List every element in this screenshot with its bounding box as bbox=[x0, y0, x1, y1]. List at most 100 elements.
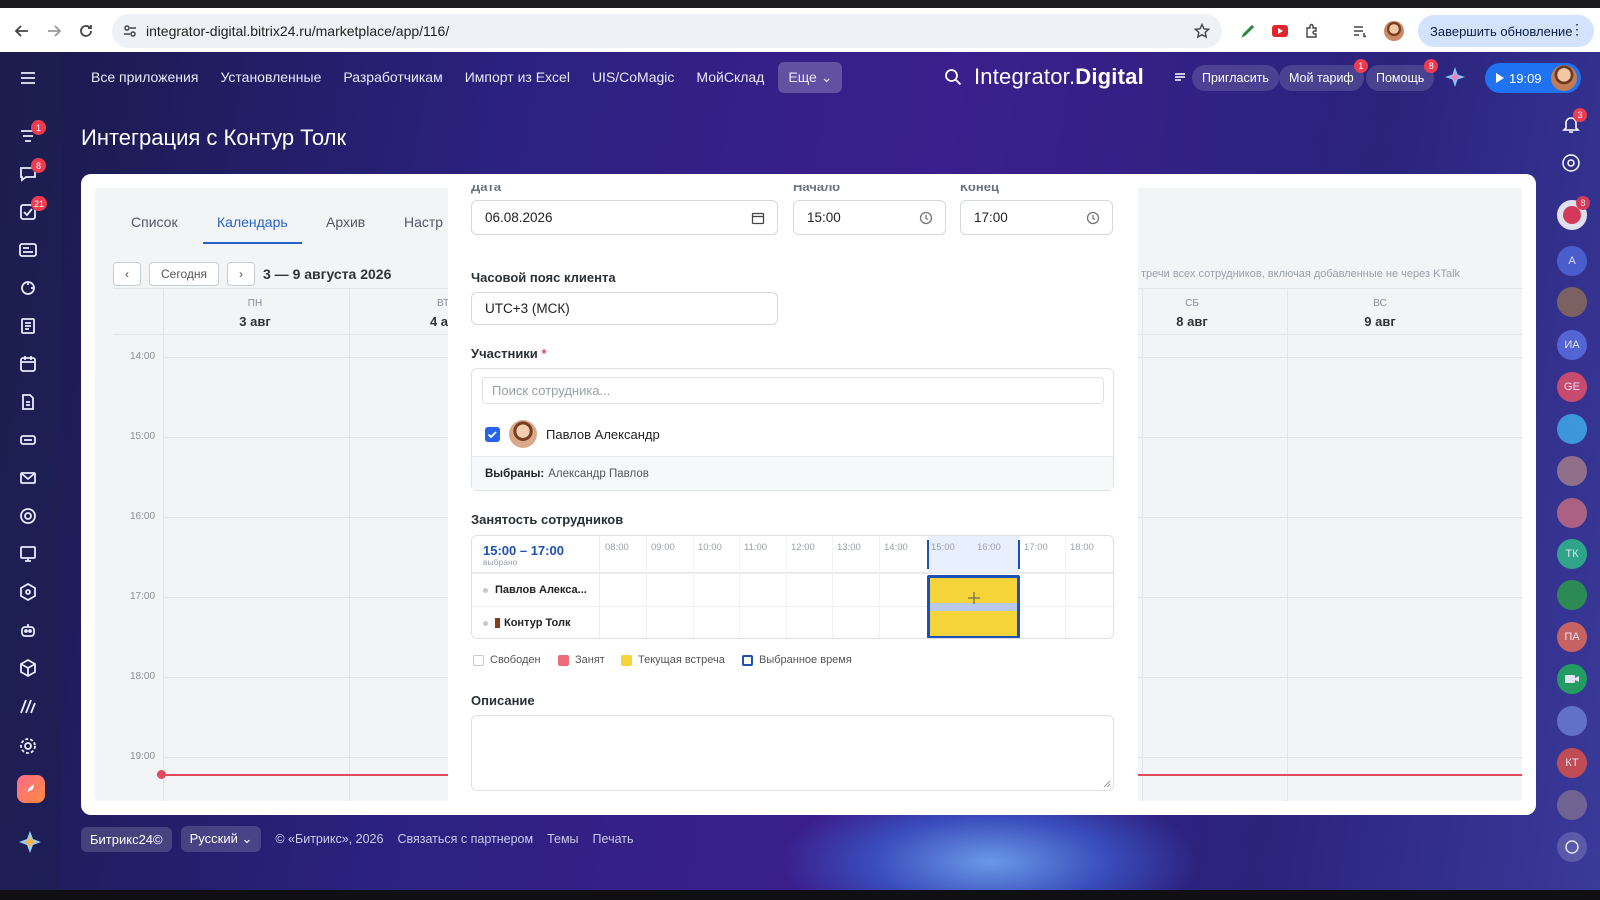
back-icon[interactable] bbox=[8, 17, 36, 45]
description-textarea[interactable] bbox=[471, 715, 1114, 791]
marketplace-icon[interactable] bbox=[18, 582, 44, 608]
address-bar[interactable]: integrator-digital.bitrix24.ru/marketpla… bbox=[112, 14, 1222, 48]
footer-link-print[interactable]: Печать bbox=[593, 832, 634, 846]
extensions-puzzle-icon[interactable] bbox=[1298, 17, 1326, 45]
timezone-select[interactable]: UTC+3 (МСК) bbox=[471, 292, 778, 325]
contact-avatar-4[interactable]: GE bbox=[1557, 372, 1587, 402]
copilot-icon[interactable] bbox=[1444, 66, 1466, 88]
next-week-button[interactable]: › bbox=[227, 262, 255, 286]
tariff-button[interactable]: Мой тариф 1 bbox=[1279, 59, 1368, 91]
finish-update-button[interactable]: Завершить обновление ⋮ bbox=[1418, 15, 1594, 47]
tab-calendar[interactable]: Календарь bbox=[203, 214, 302, 244]
box-icon[interactable] bbox=[18, 658, 44, 684]
notifications-badge: 3 bbox=[1573, 108, 1587, 122]
media-queue-icon[interactable] bbox=[1346, 17, 1374, 45]
robot-icon[interactable] bbox=[18, 620, 44, 646]
user-avatar[interactable] bbox=[1551, 65, 1577, 91]
prev-week-button[interactable]: ‹ bbox=[113, 262, 141, 286]
contact-avatar-7[interactable] bbox=[1557, 498, 1587, 528]
contact-initials-8: ТК bbox=[1565, 548, 1579, 560]
browser-toolbar: integrator-digital.bitrix24.ru/marketpla… bbox=[0, 0, 1600, 52]
clock-icon[interactable] bbox=[919, 211, 933, 225]
nav-all-apps[interactable]: Все приложения bbox=[91, 69, 198, 85]
help-button[interactable]: Помощь 8 bbox=[1366, 59, 1439, 91]
profile-avatar-icon[interactable] bbox=[1380, 17, 1408, 45]
youtube-extension-icon[interactable] bbox=[1266, 17, 1294, 45]
contact-avatar-2[interactable] bbox=[1557, 287, 1587, 317]
kebab-menu-icon[interactable]: ⋮ bbox=[1570, 21, 1584, 38]
groups-icon[interactable] bbox=[18, 506, 44, 532]
copilot-star-icon[interactable] bbox=[18, 830, 42, 854]
resize-handle-icon[interactable] bbox=[1103, 780, 1111, 788]
open-chats-icon[interactable] bbox=[1557, 832, 1587, 862]
feed-icon[interactable]: 1 bbox=[18, 120, 46, 152]
contact-avatar-5[interactable] bbox=[1557, 414, 1587, 444]
end-time-value: 17:00 bbox=[974, 210, 1008, 225]
contact-avatar-11[interactable] bbox=[1557, 706, 1587, 736]
calendar-picker-icon[interactable] bbox=[751, 211, 765, 225]
settings-gear-icon[interactable] bbox=[18, 736, 44, 762]
rocket-app-icon[interactable] bbox=[17, 775, 45, 803]
pen-extension-icon[interactable] bbox=[1234, 17, 1262, 45]
site-settings-icon[interactable] bbox=[122, 23, 138, 39]
end-time-field[interactable]: 17:00 bbox=[960, 200, 1113, 235]
contact-avatar-12[interactable]: КТ bbox=[1557, 748, 1587, 778]
tab-settings[interactable]: Настр bbox=[404, 214, 443, 230]
contact-avatar-8[interactable]: ТК bbox=[1557, 539, 1587, 569]
documents-icon[interactable] bbox=[18, 316, 44, 342]
forward-icon[interactable] bbox=[40, 17, 68, 45]
nav-excel-import[interactable]: Импорт из Excel bbox=[465, 69, 570, 85]
tab-archive[interactable]: Архив bbox=[326, 214, 365, 230]
current-meeting-block[interactable] bbox=[927, 575, 1020, 638]
notifications-bell-icon[interactable]: 3 bbox=[1561, 108, 1587, 134]
calendar-icon[interactable] bbox=[18, 354, 44, 380]
menu-hamburger-icon[interactable] bbox=[18, 68, 44, 94]
footer-link-themes[interactable]: Темы bbox=[547, 832, 578, 846]
tab-list[interactable]: Список bbox=[131, 214, 178, 230]
participants-box: Поиск сотрудника... Павлов Александр Выб… bbox=[471, 368, 1114, 491]
counter-bubble[interactable]: 8 bbox=[1557, 196, 1590, 230]
date-field[interactable]: 06.08.2026 bbox=[471, 200, 778, 235]
company-logo[interactable]: Integrator.Digital bbox=[974, 64, 1144, 90]
crm-icon[interactable] bbox=[18, 240, 44, 266]
drive-icon[interactable] bbox=[18, 392, 44, 418]
footer-link-partner[interactable]: Связаться с партнером bbox=[397, 832, 533, 846]
bitrix-brand-button[interactable]: Битрикс24© bbox=[81, 826, 172, 852]
employee-search-input[interactable]: Поиск сотрудника... bbox=[482, 377, 1104, 404]
nav-more-button[interactable]: Еще ⌄ bbox=[778, 61, 843, 93]
contact-avatar-13[interactable] bbox=[1557, 790, 1587, 820]
bookmark-star-icon[interactable] bbox=[1188, 17, 1216, 45]
language-select[interactable]: Русский ⌄ bbox=[180, 826, 262, 852]
feed-badge: 1 bbox=[31, 120, 46, 135]
analytics-icon[interactable] bbox=[18, 696, 44, 722]
range-start-marker[interactable] bbox=[927, 540, 929, 569]
contact-avatar-10[interactable]: ПА bbox=[1557, 622, 1587, 652]
storage-icon[interactable] bbox=[18, 430, 44, 456]
invite-button[interactable]: Пригласить bbox=[1192, 65, 1279, 91]
contact-avatar-9[interactable] bbox=[1557, 580, 1587, 610]
mail-icon[interactable] bbox=[18, 468, 44, 494]
automation-icon[interactable] bbox=[18, 278, 44, 304]
reload-icon[interactable] bbox=[72, 17, 100, 45]
clock-icon[interactable] bbox=[1086, 211, 1100, 225]
hour-label: 19:00 bbox=[130, 751, 156, 762]
contact-avatar-1[interactable]: А bbox=[1557, 246, 1587, 276]
invite-icon[interactable] bbox=[1173, 70, 1187, 84]
nav-developers[interactable]: Разработчикам bbox=[343, 69, 442, 85]
video-call-icon[interactable] bbox=[1557, 664, 1587, 694]
contact-avatar-6[interactable] bbox=[1557, 456, 1587, 486]
nav-moysklad[interactable]: МойСклад bbox=[696, 69, 764, 85]
participant-checkbox[interactable] bbox=[485, 427, 500, 442]
range-end-marker[interactable] bbox=[1018, 540, 1020, 569]
sites-icon[interactable] bbox=[18, 544, 44, 570]
worktime-button[interactable]: 19:09 bbox=[1485, 63, 1581, 93]
nav-uis-comagic[interactable]: UIS/CoMagic bbox=[592, 69, 674, 85]
start-time-field[interactable]: 15:00 bbox=[793, 200, 946, 235]
today-button[interactable]: Сегодня bbox=[149, 262, 219, 286]
nav-installed[interactable]: Установленные bbox=[220, 69, 321, 85]
chat-search-icon[interactable] bbox=[1561, 153, 1581, 173]
tasks-icon[interactable]: 21 bbox=[18, 196, 48, 228]
chat-icon[interactable]: 8 bbox=[18, 158, 46, 190]
contact-avatar-3[interactable]: ИА bbox=[1557, 330, 1587, 360]
search-icon[interactable] bbox=[944, 68, 962, 86]
